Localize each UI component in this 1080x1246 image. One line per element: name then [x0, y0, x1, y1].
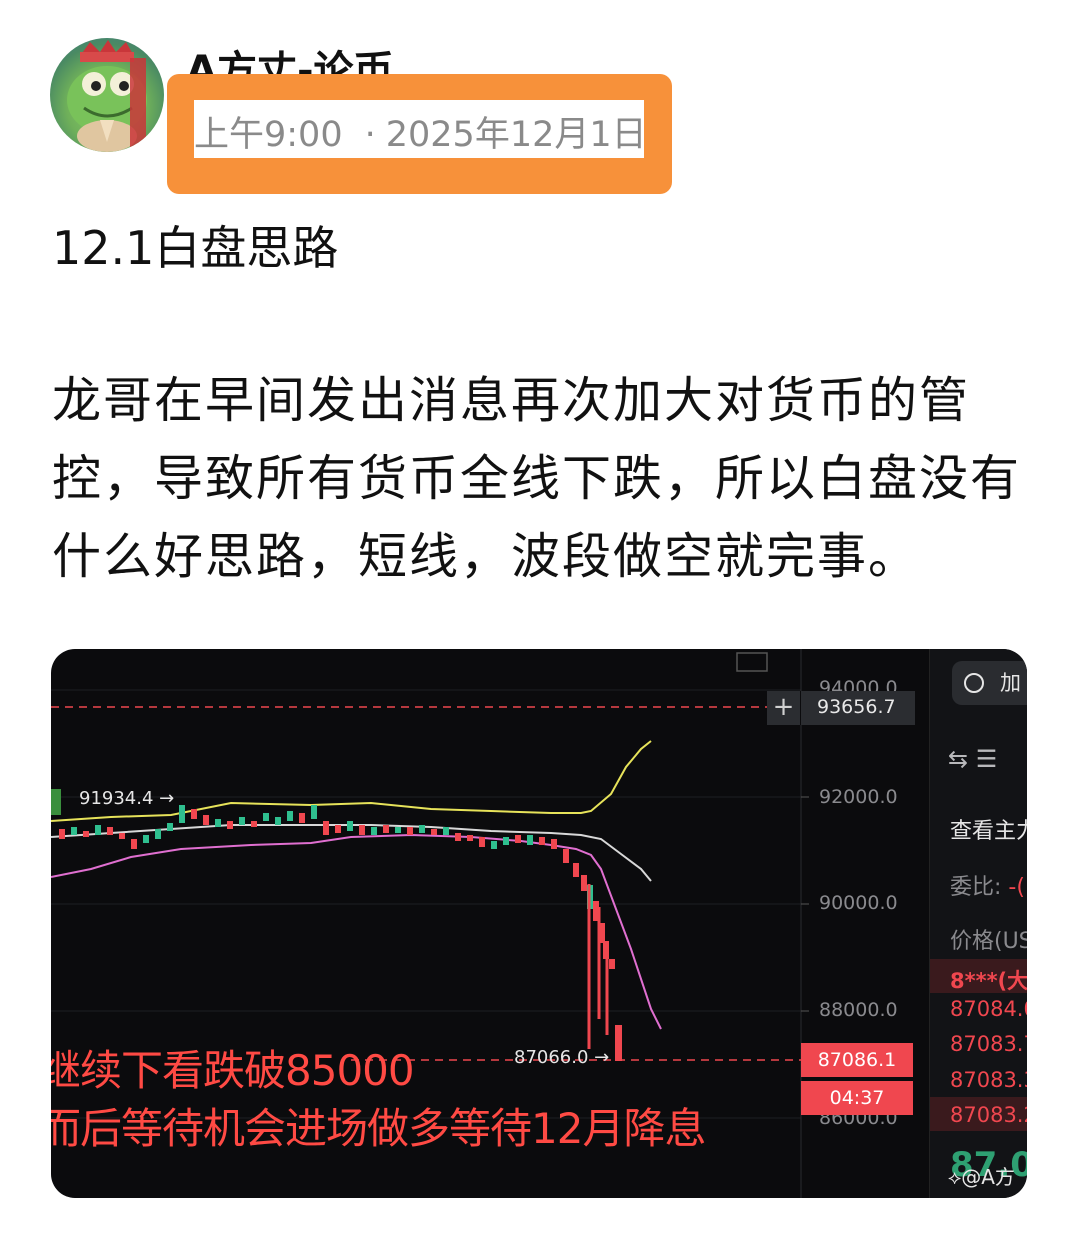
ask-price[interactable]: 87083.2 — [950, 1103, 1027, 1127]
current-price-tag: 87086.1 — [801, 1043, 913, 1077]
high-price-marker: 91934.4 → — [79, 788, 175, 809]
add-button-label: 加 — [1000, 671, 1021, 695]
price-column-header: 价格(US — [950, 929, 1027, 954]
annotation-line-2: 而后等待机会进场做多等待12月降息 — [51, 1104, 706, 1153]
crosshair-price-tag[interactable]: + 93656.7 — [767, 691, 915, 725]
post-time: 上午9:00 — [194, 115, 343, 155]
y-axis-label: 88000.0 — [819, 999, 898, 1021]
post-title: 12.1白盘思路 — [52, 221, 339, 275]
avatar[interactable] — [50, 38, 164, 152]
ask-price[interactable]: 87084.0 — [950, 997, 1027, 1021]
y-axis-label: 90000.0 — [819, 892, 898, 914]
add-button[interactable]: 加 — [952, 661, 1027, 705]
add-alert-icon[interactable]: + — [767, 691, 801, 725]
middle-band — [51, 824, 652, 882]
ratio-value: -( — [1008, 875, 1025, 900]
ask-price[interactable]: 87083.3 — [950, 1068, 1027, 1092]
candlestick-chart-image[interactable]: 94000.0 92000.0 90000.0 88000.0 86000.0 … — [51, 649, 1027, 1198]
post-body: 龙哥在早间发出消息再次加大对货币的管控，导致所有货币全线下跌，所以白盘没有什么好… — [52, 372, 1022, 585]
low-price-marker: 87066.0 → — [514, 1047, 610, 1068]
separator-dot: · — [364, 115, 376, 155]
watermark: ⟡@A方 — [948, 1165, 1015, 1189]
low-price-value: 87066.0 — [514, 1047, 589, 1068]
lock-icon — [964, 673, 984, 693]
y-axis-label: 92000.0 — [819, 786, 898, 808]
post-timestamp: 上午9:00 · 2025年12月1日 — [194, 106, 647, 157]
ask-price[interactable]: 87083.7 — [950, 1032, 1027, 1056]
indicator-tag — [51, 789, 61, 815]
view-main-force[interactable]: 查看主力 — [950, 813, 1027, 845]
expand-icon — [736, 652, 768, 672]
layout-icons[interactable]: ⇆ ☰ — [948, 745, 997, 773]
order-book-panel: 加 ⇆ ☰ 查看主力 委比: -( 价格(US 8***(大 87084.0 8… — [929, 649, 1027, 1198]
ratio-label: 委比: — [950, 875, 1002, 900]
post-date: 2025年12月1日 — [385, 115, 647, 155]
upper-band — [51, 740, 652, 822]
masked-user: 8***(大 — [950, 969, 1027, 993]
high-price-value: 91934.4 — [79, 788, 154, 809]
crosshair-price: 93656.7 — [817, 696, 896, 718]
lower-band — [51, 833, 662, 1030]
order-ratio: 委比: -( — [950, 869, 1025, 901]
annotation-line-1: 继续下看跌破85000 — [51, 1046, 415, 1095]
watermark-text: @A方 — [961, 1165, 1015, 1189]
candle-countdown: 04:37 — [801, 1081, 913, 1115]
